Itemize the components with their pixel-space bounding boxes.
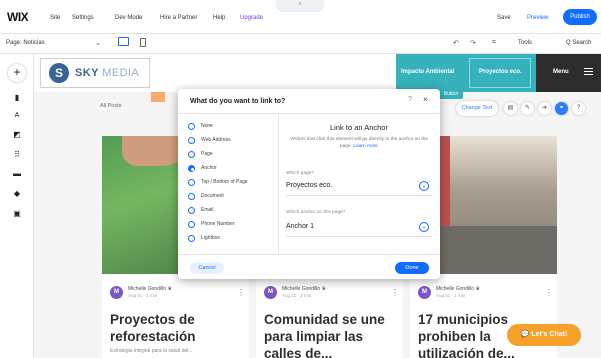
menu-hire-partner[interactable]: Hire a Partner xyxy=(160,15,197,21)
dialog-column-divider xyxy=(278,114,279,254)
learn-more-link[interactable]: Learn more xyxy=(353,144,378,149)
mobile-view-icon[interactable] xyxy=(140,38,146,47)
option-label: Page xyxy=(201,151,213,157)
search-button[interactable]: Q Search xyxy=(566,40,591,46)
chevron-down-icon[interactable]: ⌄ xyxy=(419,181,429,191)
dialog-footer-divider xyxy=(178,254,440,255)
save-button[interactable]: Save xyxy=(497,15,511,21)
store-icon[interactable]: ▣ xyxy=(13,210,21,218)
dialog-title: What do you want to link to? xyxy=(190,98,286,105)
image-icon[interactable]: ▬ xyxy=(13,170,21,178)
option-label: None xyxy=(201,123,213,129)
editor-top-bar: WIX Site Settings Dev Mode Hire a Partne… xyxy=(0,0,601,34)
option-label: Lightbox xyxy=(201,235,220,241)
option-label: Phone Number xyxy=(201,221,235,227)
option-label: Document xyxy=(201,193,224,199)
panel-title: Link to an Anchor xyxy=(330,123,388,132)
field-divider xyxy=(286,195,432,196)
tools-button[interactable]: Tools xyxy=(518,40,532,46)
radio-button[interactable] xyxy=(188,179,195,186)
menu-site[interactable]: Site xyxy=(50,15,60,21)
apps-icon[interactable]: ⠿ xyxy=(13,151,21,159)
dialog-header-divider xyxy=(178,113,440,114)
menu-settings[interactable]: Settings xyxy=(72,15,94,21)
zoom-icon[interactable]: ⌗ xyxy=(492,39,496,47)
radio-button[interactable] xyxy=(188,137,195,144)
option-label: Top / Bottom of Page xyxy=(201,179,248,185)
left-tool-rail: + ▮ A ◩ ⠿ ▬ ◆ ▣ xyxy=(0,54,34,358)
menu-help[interactable]: Help xyxy=(213,15,225,21)
radio-button[interactable] xyxy=(188,207,195,214)
radio-button[interactable] xyxy=(188,221,195,228)
done-button[interactable]: Done xyxy=(395,262,429,274)
menu-upgrade[interactable]: Upgrade xyxy=(240,15,263,21)
panel-description: Visitors that click this element will go… xyxy=(289,137,429,149)
option-label: Web Address xyxy=(201,137,231,143)
menu-dev-mode[interactable]: Dev Mode xyxy=(115,15,142,21)
editor-secondary-bar: Page: Noticias ⌄ ↶ ↷ ⌗ Tools Q Search xyxy=(0,34,601,54)
radio-button[interactable] xyxy=(188,235,195,242)
design-icon[interactable]: ◆ xyxy=(13,190,21,198)
preview-button[interactable]: Preview xyxy=(527,15,548,21)
publish-button[interactable]: Publish xyxy=(563,9,597,25)
radio-button-selected[interactable] xyxy=(188,165,195,172)
chevron-down-icon[interactable]: ⌄ xyxy=(419,222,429,232)
desktop-view-icon[interactable] xyxy=(118,37,129,46)
radio-button[interactable] xyxy=(188,151,195,158)
chevron-down-icon[interactable]: ⌄ xyxy=(95,39,101,47)
help-icon[interactable]: ? xyxy=(408,96,412,103)
text-icon[interactable]: A xyxy=(13,112,21,120)
wix-logo[interactable]: WIX xyxy=(7,10,29,24)
undo-icon[interactable]: ↶ xyxy=(453,39,459,47)
page-dropdown[interactable]: Proyectos eco. xyxy=(286,182,332,189)
collapse-handle[interactable]: ˄ xyxy=(276,0,324,12)
page-icon[interactable]: ▮ xyxy=(13,94,21,102)
chat-button[interactable]: 💬 Let's Chat! xyxy=(507,324,581,346)
page-field-label: Which page? xyxy=(286,171,314,176)
option-label: Email xyxy=(201,207,214,213)
link-dialog: What do you want to link to? ? × None We… xyxy=(178,89,440,279)
anchor-field-label: Which anchor on this page? xyxy=(286,210,346,215)
page-selector[interactable]: Page: Noticias xyxy=(6,40,45,46)
close-icon[interactable]: × xyxy=(423,95,428,104)
media-icon[interactable]: ◩ xyxy=(13,131,21,139)
cancel-button[interactable]: Cancel xyxy=(190,262,224,274)
anchor-dropdown[interactable]: Anchor 1 xyxy=(286,223,314,230)
field-divider xyxy=(286,236,432,237)
option-label: Anchor xyxy=(201,165,217,171)
radio-button[interactable] xyxy=(188,123,195,130)
radio-button[interactable] xyxy=(188,193,195,200)
redo-icon[interactable]: ↷ xyxy=(470,39,476,47)
add-elements-button[interactable]: + xyxy=(8,64,26,82)
